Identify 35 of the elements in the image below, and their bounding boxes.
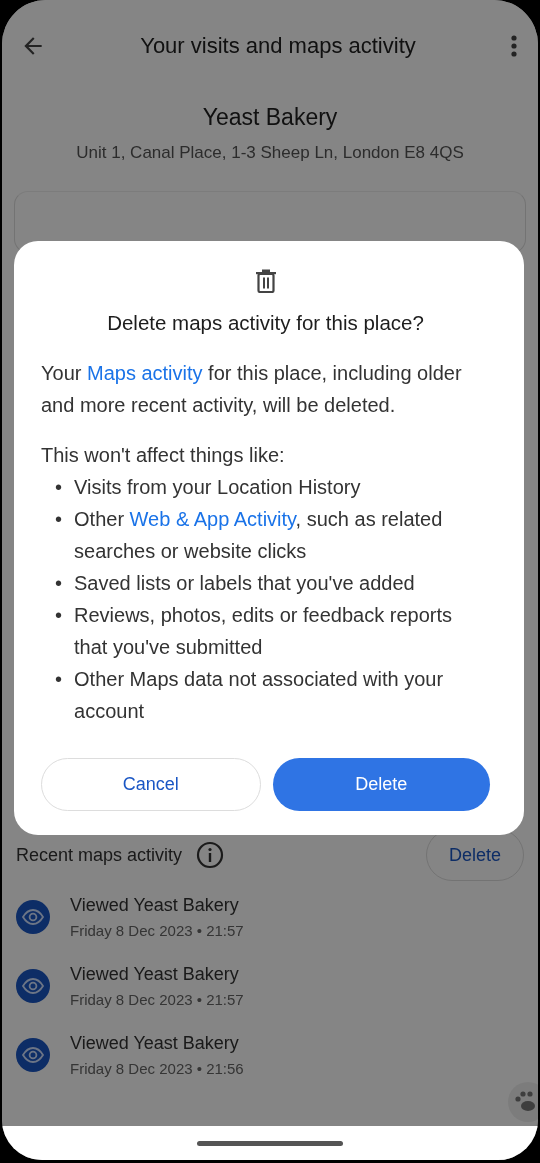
eye-icon: [16, 1037, 50, 1072]
list-item: Other Web & App Activity, such as related searches or website clicks: [74, 507, 444, 564]
maps-activity-link[interactable]: Maps activity: [86, 362, 203, 384]
activity-time: Friday 8 Dec 2023 • 21:57: [70, 990, 244, 1008]
list-heading: This won't affect things like:: [41, 443, 286, 468]
activity-time: Friday 8 Dec 2023 • 21:56: [70, 1059, 244, 1077]
activity-title: Viewed Yeast Bakery: [70, 963, 240, 985]
cancel-button[interactable]: Cancel: [41, 758, 261, 811]
activity-title: Viewed Yeast Bakery: [70, 894, 240, 916]
bullet-marker: •: [55, 571, 62, 596]
app-bar-title: Your visits and maps activity: [139, 33, 417, 59]
list-item: Reviews, photos, edits or feedback reports that you've submitted: [74, 603, 453, 660]
bullet-marker: •: [55, 507, 62, 532]
paw-icon[interactable]: [508, 1082, 538, 1122]
activity-title: Viewed Yeast Bakery: [70, 1032, 240, 1054]
bullet-marker: •: [55, 667, 62, 692]
more-options-icon[interactable]: [510, 34, 518, 58]
info-icon[interactable]: [196, 841, 225, 869]
bullet-marker: •: [55, 475, 62, 500]
dialog-title: Delete maps activity for this place?: [107, 311, 424, 335]
section-heading: Recent maps activity: [16, 844, 183, 866]
dialog-message: Your Maps activity for this place, including older and more recent activity, will be deleted.: [41, 361, 463, 418]
delete-button[interactable]: Delete: [272, 758, 490, 811]
list-item: Saved lists or labels that you've added: [74, 571, 416, 596]
place-name: Yeast Bakery: [202, 104, 338, 131]
activity-link[interactable]: Web & App Activity: [129, 508, 296, 530]
bullet-marker: •: [55, 603, 62, 628]
trash-icon: [254, 269, 277, 293]
list-item: Other Maps data not associated with your account: [74, 667, 445, 724]
list-item: Visits from your Location History: [74, 475, 362, 500]
eye-icon: [16, 968, 50, 1003]
eye-icon: [16, 899, 50, 934]
home-indicator[interactable]: [197, 1140, 343, 1146]
place-address: Unit 1, Canal Place, 1-3 Sheep Ln, London E8 4QS: [76, 143, 464, 163]
activity-time: Friday 8 Dec 2023 • 21:57: [70, 921, 244, 939]
